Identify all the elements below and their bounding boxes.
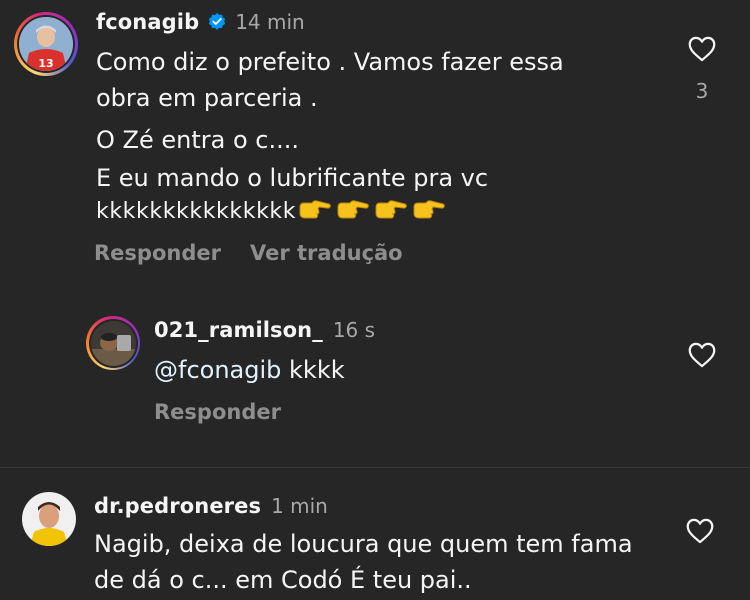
comment-text-body: kkkk <box>281 356 345 384</box>
comment-reply: 021_ramilson_ 16 s @fconagib kkkk Respon… <box>0 300 750 440</box>
comment-text-line: E eu mando o lubrificante pra vc <box>96 164 489 192</box>
comment-text-line: de dá o c... em Codó É teu pai.. <box>94 566 472 594</box>
reply-button[interactable]: Responder <box>154 400 281 424</box>
avatar-photo-icon <box>90 320 136 366</box>
comment-text-line-with-emoji: kkkkkkkkkkkkkkk <box>96 194 446 230</box>
comment-text-line: Como diz o prefeito . Vamos fazer essa <box>96 48 564 76</box>
divider <box>0 467 750 468</box>
verified-badge-icon <box>207 12 227 32</box>
pointing-right-hand-icon <box>298 194 332 230</box>
pointing-right-hand-icon <box>336 194 370 230</box>
comment-username[interactable]: 021_ramilson_ <box>154 318 323 342</box>
like-heart-icon[interactable] <box>688 36 716 66</box>
see-translation-button[interactable]: Ver tradução <box>250 241 403 265</box>
comment-time: 1 min <box>271 494 328 518</box>
comment-text-line: O Zé entra o c.... <box>96 126 299 154</box>
avatar-021-ramilson[interactable] <box>86 316 140 370</box>
comment-time: 16 s <box>332 318 376 342</box>
avatar-photo-icon <box>22 492 76 546</box>
like-heart-icon[interactable] <box>688 342 716 372</box>
comment-1: 13 fconagib 14 min Como diz o prefeito .… <box>0 0 750 280</box>
comment-time: 14 min <box>235 10 305 34</box>
comment-text-line: Nagib, deixa de loucura que quem tem fam… <box>94 530 633 558</box>
emoji-row <box>298 194 446 230</box>
comment-3: dr.pedroneres 1 min Nagib, deixa de louc… <box>0 470 750 600</box>
comment-username[interactable]: dr.pedroneres <box>94 494 261 518</box>
comment-text-line: obra em parceria . <box>96 84 318 112</box>
avatar-fconagib[interactable]: 13 <box>14 12 78 76</box>
comment-username[interactable]: fconagib <box>96 10 199 34</box>
jersey-number: 13 <box>38 57 53 70</box>
mention-link[interactable]: @fconagib <box>154 356 281 384</box>
avatar-photo-icon: 13 <box>19 17 73 71</box>
like-count: 3 <box>695 79 709 103</box>
avatar-dr-pedroneres[interactable] <box>22 492 76 546</box>
comment-text: @fconagib kkkk <box>154 352 345 388</box>
like-heart-icon[interactable] <box>686 518 714 548</box>
reply-button[interactable]: Responder <box>94 241 221 265</box>
pointing-right-hand-icon <box>412 194 446 230</box>
laugh-text: kkkkkkkkkkkkkkk <box>96 199 297 224</box>
pointing-right-hand-icon <box>374 194 408 230</box>
